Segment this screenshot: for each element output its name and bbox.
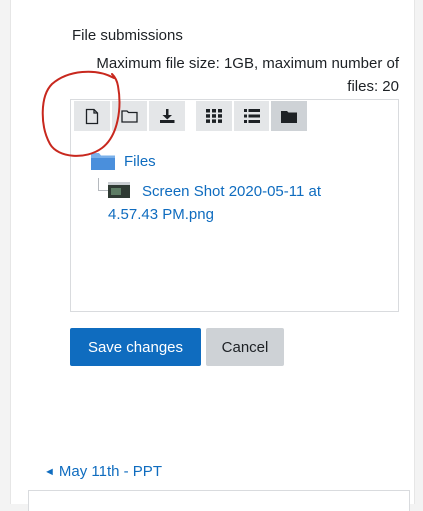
download-button[interactable] [149, 101, 185, 131]
grid-icon [206, 109, 223, 123]
folder-tree-icon [281, 110, 298, 123]
previous-activity-label: May 11th - PPT [58, 463, 162, 480]
tree-view-button[interactable] [271, 101, 307, 131]
file-submissions-label: File submissions [72, 27, 183, 44]
image-thumbnail-icon [108, 182, 130, 198]
file-icon [85, 108, 98, 124]
add-file-button[interactable] [74, 101, 110, 131]
save-changes-button[interactable]: Save changes [70, 328, 201, 366]
icon-view-button[interactable] [196, 101, 232, 131]
list-icon [243, 109, 260, 123]
file-item[interactable]: Screen Shot 2020-05-11 at 4.57.43 PM.png [108, 180, 358, 226]
previous-activity-link[interactable]: ◄ May 11th - PPT [44, 463, 162, 480]
left-arrow-icon: ◄ [44, 465, 55, 478]
create-folder-button[interactable] [111, 101, 148, 131]
file-name: Screen Shot 2020-05-11 at 4.57.43 PM.png [108, 183, 322, 223]
download-icon [159, 109, 175, 123]
list-view-button[interactable] [233, 101, 270, 131]
toolbar-gap [187, 101, 195, 131]
jump-to-select[interactable] [28, 490, 410, 511]
root-folder-node[interactable]: Files [90, 150, 156, 172]
file-limits-text: Maximum file size: 1GB, maximum number o… [96, 55, 399, 95]
root-folder-label: Files [124, 152, 156, 170]
folder-icon [91, 153, 115, 170]
folder-icon [121, 110, 138, 123]
filemanager-toolbar [74, 101, 307, 131]
cancel-button[interactable]: Cancel [206, 328, 284, 366]
